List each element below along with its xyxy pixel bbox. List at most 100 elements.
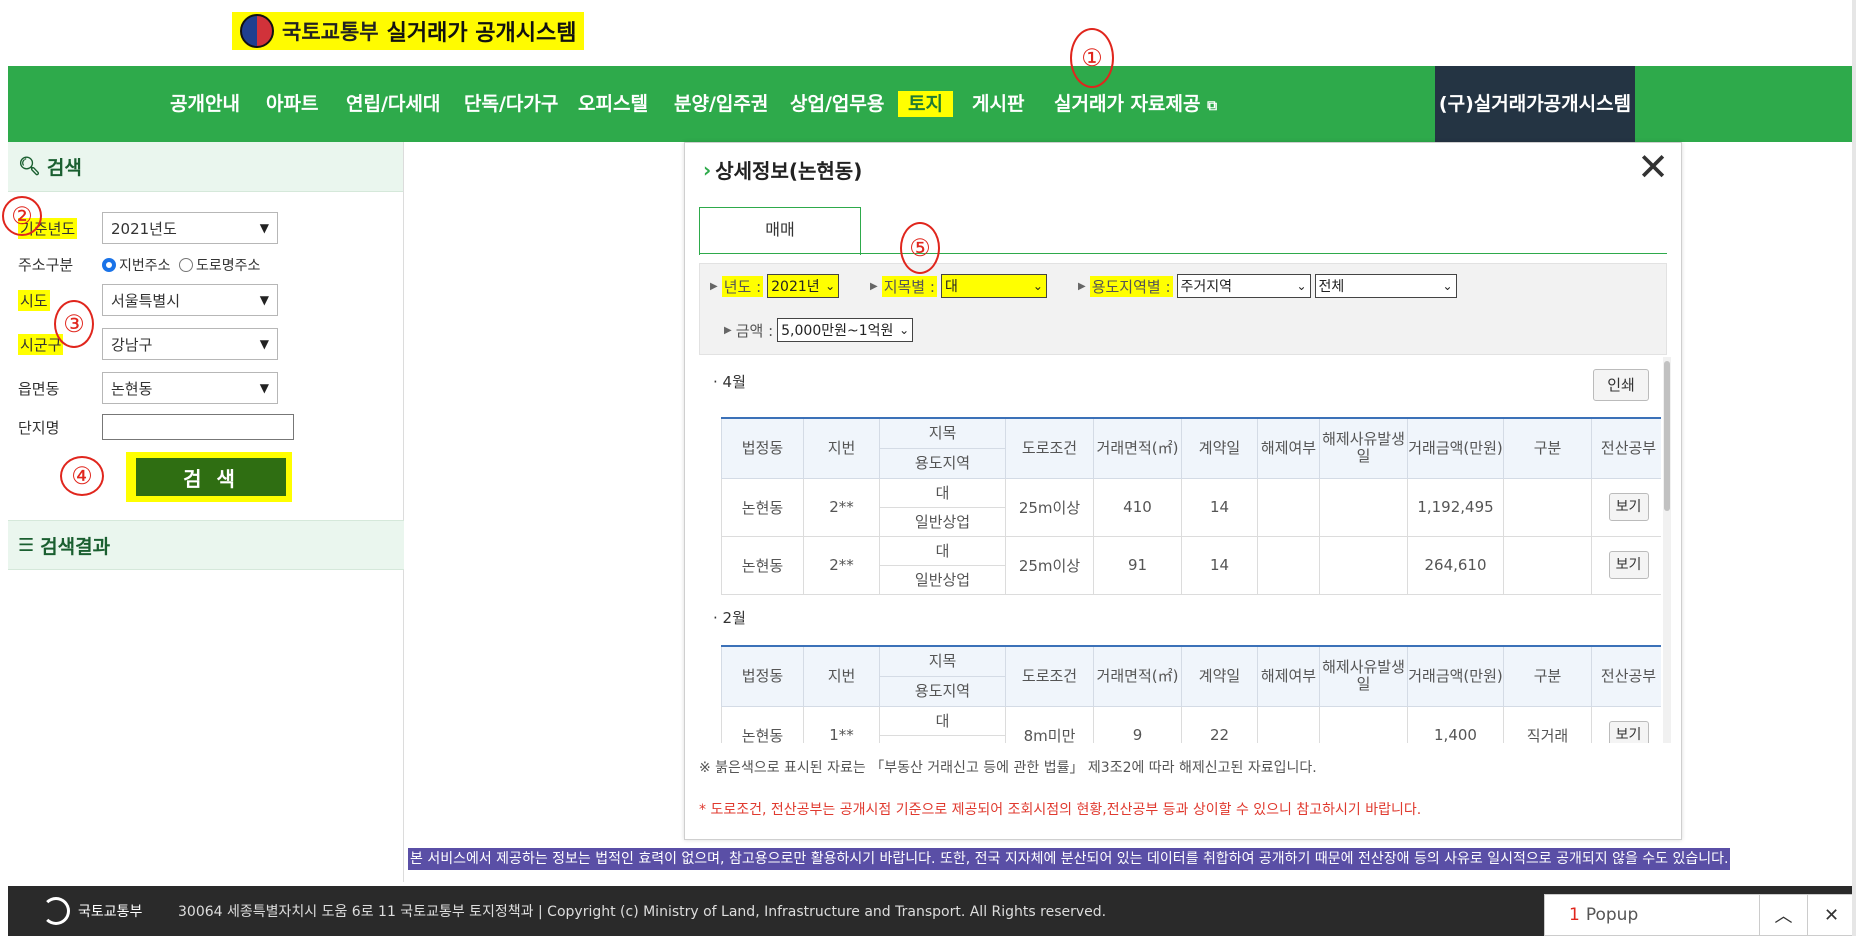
view-button[interactable]: 보기 (1608, 721, 1649, 743)
cell-area: 410 (1093, 477, 1182, 537)
sigungu-select[interactable]: 강남구 ▼ (102, 328, 278, 360)
nav-old-system[interactable]: (구)실거래가공개시스템 (1435, 66, 1635, 142)
month-heading: · 4월 (713, 373, 746, 391)
filter-zone-select[interactable]: 주거지역 ⌄ (1176, 274, 1311, 298)
site-logo[interactable]: 국토교통부 실거래가 공개시스템 (232, 12, 585, 50)
print-button[interactable]: 인쇄 (1593, 369, 1649, 401)
eupmyeondong-select[interactable]: 논현동 ▼ (102, 372, 278, 404)
filter-jimok-label: 지목별 : (881, 275, 937, 297)
taegeuk-emblem-icon (240, 14, 274, 48)
eupmyeondong-label: 읍면동 (18, 379, 60, 398)
close-icon[interactable]: ✕ (1807, 894, 1855, 936)
cell-day: 22 (1181, 705, 1258, 743)
filter-panel: ▶ 년도 : 2021년 ⌄ ▶ 지목별 : 대 ⌄ ▶ 용도지역별 : 주거지역 ⌄… (699, 263, 1667, 355)
cell-jimok: 대 (879, 535, 1006, 566)
popup-label-text: Popup (1585, 905, 1639, 925)
cell-type: 직거래 (1503, 705, 1592, 743)
nav-item-commercial[interactable]: 상업/업무용 (790, 66, 884, 142)
radio-road-label: 도로명주소 (195, 257, 261, 274)
col-type: 구분 (1503, 645, 1592, 707)
chevron-down-icon: ⌄ (899, 323, 910, 337)
sido-select[interactable]: 서울특별시 ▼ (102, 284, 278, 316)
col-area: 거래면적(㎡) (1093, 417, 1182, 479)
annotation-4: ④ (60, 456, 104, 496)
close-icon[interactable]: ✕ (1635, 148, 1671, 187)
cell-road: 8m미만 (1005, 705, 1094, 743)
nav-item-land[interactable]: 토지 (898, 66, 953, 142)
cell-dong: 논현동 (721, 477, 804, 537)
cell-dong: 논현동 (721, 535, 804, 595)
filter-zone-sub-select[interactable]: 전체 ⌄ (1314, 274, 1457, 298)
search-sidebar: 🔍︎ 검색 기준년도 2021년도 ▼ 주소구분 지번주소 도로명주소 시도 서울… (8, 142, 404, 882)
view-button[interactable]: 보기 (1608, 551, 1649, 579)
tab-sale[interactable]: 매매 (699, 207, 861, 255)
col-jibun: 지번 (803, 645, 880, 707)
popup-label[interactable]: 1 Popup (1545, 905, 1759, 925)
results-scroll-area[interactable]: · 4월 인쇄 법정동 지번 지목 도로조건 거래면적(㎡) 계약일 해제여부 … (699, 357, 1661, 743)
nav-item-detached[interactable]: 단독/다가구 (464, 66, 558, 142)
cell-registry: 보기 (1591, 535, 1661, 595)
footer-logo: 국토교통부 (42, 897, 142, 925)
year-select[interactable]: 2021년도 ▼ (102, 212, 278, 244)
filter-amount-label: 금액 : (735, 321, 774, 340)
window-scrollbar[interactable] (1852, 0, 1856, 936)
nav-item-board[interactable]: 게시판 (972, 66, 1024, 142)
cell-area: 9 (1093, 705, 1182, 743)
cell-amount: 1,400 (1407, 705, 1504, 743)
nav-item-townhouse[interactable]: 연립/다세대 (346, 66, 440, 142)
modal-title-text: 상세정보(논현동) (715, 159, 863, 183)
cell-cancel-date (1319, 705, 1408, 743)
chevron-up-icon[interactable]: ︿ (1759, 894, 1807, 936)
col-jibun: 지번 (803, 417, 880, 479)
filter-jimok-select[interactable]: 대 ⌄ (940, 274, 1047, 298)
col-jimok: 지목 (879, 645, 1006, 677)
sigungu-select-value: 강남구 (111, 335, 153, 354)
triangle-right-icon: ▶ (724, 324, 732, 336)
col-dong: 법정동 (721, 417, 804, 479)
nav-item-guide[interactable]: 공개안내 (170, 66, 240, 142)
search-icon: 🔍︎ (18, 156, 41, 177)
annotation-5: ⑤ (900, 222, 940, 274)
table-row: 논현동 2** 대 25m이상 91 14 264,610 보기 (721, 535, 1661, 595)
filter-amount-select[interactable]: 5,000만원~1억원 ⌄ (777, 318, 914, 342)
sido-select-value: 서울특별시 (111, 291, 181, 310)
col-contract-day: 계약일 (1181, 645, 1258, 707)
scroll-thumb[interactable] (1664, 361, 1670, 511)
radio-jibun[interactable] (102, 257, 116, 272)
filter-year-value: 2021년 (771, 279, 820, 295)
eupmyeondong-select-value: 논현동 (111, 379, 153, 398)
triangle-right-icon: ▶ (870, 280, 878, 292)
col-cancel-date: 해제사유발생일 (1319, 645, 1408, 707)
filter-zone-value: 주거지역 (1180, 279, 1233, 295)
scrollbar[interactable] (1663, 357, 1671, 743)
col-road: 도로조건 (1005, 417, 1094, 479)
modal-title: › 상세정보(논현동) (703, 155, 862, 184)
search-button[interactable]: 검 색 (136, 458, 286, 496)
cell-yongdo (879, 734, 1006, 743)
nav-item-apartment[interactable]: 아파트 (266, 66, 318, 142)
annotation-3: ③ (54, 300, 94, 348)
col-yongdo: 용도지역 (879, 675, 1006, 707)
cancel-notice: ※ 붉은색으로 표시된 자료는 「부동산 거래신고 등에 관한 법률」 제3조2… (699, 760, 1317, 776)
filter-year-select[interactable]: 2021년 ⌄ (767, 274, 840, 298)
radio-road[interactable] (178, 257, 193, 272)
nav-item-officetel[interactable]: 오피스텔 (578, 66, 648, 142)
col-cancel: 해제여부 (1257, 645, 1320, 707)
chevron-down-icon: ▼ (259, 337, 269, 351)
filter-year-label: 년도 : (721, 275, 764, 297)
view-button[interactable]: 보기 (1608, 493, 1649, 521)
filter-jimok-value: 대 (944, 279, 958, 295)
col-cancel-date: 해제사유발생일 (1319, 417, 1408, 479)
cell-road: 25m이상 (1005, 535, 1094, 595)
col-dong: 법정동 (721, 645, 804, 707)
year-select-value: 2021년도 (111, 219, 177, 238)
col-amount: 거래금액(만원) (1407, 645, 1504, 707)
search-button-highlight: 검 색 (126, 452, 292, 502)
nav-item-presale[interactable]: 분양/입주권 (674, 66, 768, 142)
table-row: 논현동 2** 대 25m이상 410 14 1,192,495 보기 (721, 477, 1661, 537)
chevron-right-icon: › (703, 157, 712, 182)
col-area: 거래면적(㎡) (1093, 645, 1182, 707)
nav-item-data-service-label: 실거래가 자료제공 (1054, 93, 1201, 115)
annotation-2: ② (2, 196, 42, 236)
complex-name-input[interactable] (102, 414, 294, 440)
